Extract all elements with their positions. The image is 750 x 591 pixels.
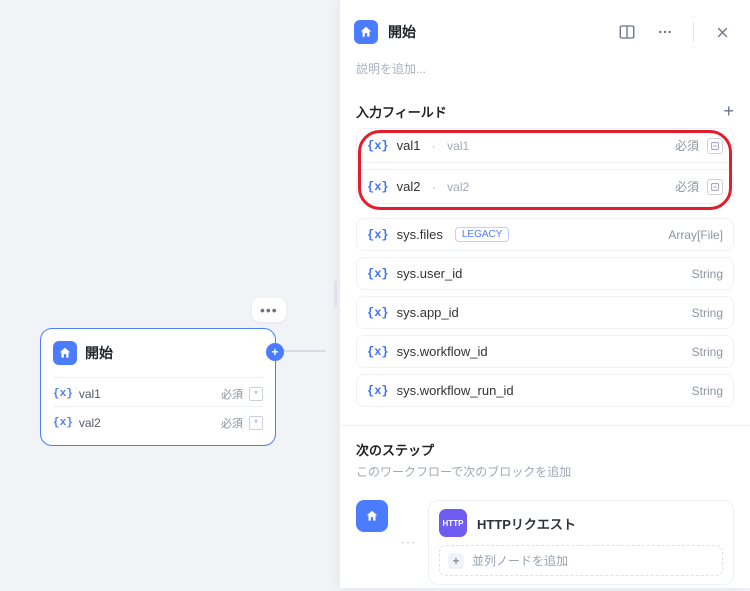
input-field-row[interactable]: {x} sys.files LEGACY Array[File]: [356, 218, 734, 251]
variable-icon: {x}: [367, 180, 389, 194]
http-request-label: HTTPリクエスト: [477, 514, 576, 533]
panel-title: 開始: [388, 22, 416, 42]
input-field-list: {x} val1 · val1 必須 {x} val2 · val2: [356, 128, 734, 413]
next-steps-heading: 次のステップ: [356, 440, 734, 459]
field-type: String: [692, 306, 723, 320]
node-var-name: val1: [79, 387, 101, 401]
docs-icon[interactable]: [613, 18, 641, 46]
home-icon: [53, 341, 77, 365]
node-var-name: val2: [79, 416, 101, 430]
required-label: 必須: [221, 415, 243, 431]
variable-icon: {x}: [53, 417, 73, 429]
field-type: Array[File]: [668, 228, 723, 242]
variable-icon: {x}: [367, 139, 389, 153]
description-input[interactable]: 説明を追加...: [340, 52, 750, 91]
home-icon: [356, 500, 388, 532]
field-sub: ·: [428, 139, 439, 153]
add-parallel-node-button[interactable]: + 並列ノードを追加: [439, 545, 723, 576]
workflow-canvas[interactable]: ••• 開始 {x} val1 必須 * {x} val2 必須: [0, 0, 340, 588]
field-sub-label: val2: [447, 180, 469, 194]
input-field-row[interactable]: {x} sys.app_id String: [356, 296, 734, 329]
step-connector-icon: ···: [400, 534, 416, 552]
next-steps-subtitle: このワークフローで次のブロックを追加: [356, 463, 734, 480]
field-type: String: [692, 345, 723, 359]
add-connection-handle[interactable]: +: [266, 343, 284, 361]
input-field-row[interactable]: {x} sys.workflow_run_id String: [356, 374, 734, 407]
field-name: sys.user_id: [397, 266, 463, 281]
input-fields-heading: 入力フィールド: [356, 102, 447, 121]
field-sub: ·: [428, 180, 439, 194]
field-name: sys.app_id: [397, 305, 459, 320]
plus-icon: +: [448, 553, 464, 569]
field-name: sys.files: [397, 227, 443, 242]
add-parallel-label: 並列ノードを追加: [472, 552, 568, 569]
home-icon: [354, 20, 378, 44]
field-name: val1: [397, 138, 421, 153]
legacy-badge: LEGACY: [455, 227, 510, 242]
field-name: sys.workflow_run_id: [397, 383, 514, 398]
panel-resize-handle[interactable]: [330, 274, 340, 314]
variable-icon: {x}: [367, 384, 389, 398]
edit-icon[interactable]: [707, 138, 723, 154]
node-variable-row: {x} val2 必須 *: [53, 406, 263, 435]
field-type: String: [692, 384, 723, 398]
close-icon[interactable]: [708, 18, 736, 46]
required-badge-icon: *: [249, 387, 263, 401]
variable-icon: {x}: [367, 345, 389, 359]
variable-icon: {x}: [367, 267, 389, 281]
field-type: String: [692, 267, 723, 281]
required-label: 必須: [675, 137, 699, 154]
required-label: 必須: [221, 386, 243, 402]
next-step-block: HTTP HTTPリクエスト + 並列ノードを追加: [428, 500, 734, 585]
field-name: sys.workflow_id: [397, 344, 488, 359]
field-name: val2: [397, 179, 421, 194]
required-label: 必須: [675, 178, 699, 195]
start-node[interactable]: 開始 {x} val1 必須 * {x} val2 必須 * +: [40, 328, 276, 446]
edit-icon[interactable]: [707, 179, 723, 195]
http-request-step[interactable]: HTTP HTTPリクエスト: [439, 509, 723, 537]
node-detail-panel: 開始 説明を追加... 入力フィールド + {x} val1 · va: [340, 0, 750, 588]
variable-icon: {x}: [367, 306, 389, 320]
input-field-row[interactable]: {x} val1 · val1 必須: [356, 128, 734, 163]
node-variable-row: {x} val1 必須 *: [53, 377, 263, 406]
input-field-row[interactable]: {x} sys.user_id String: [356, 257, 734, 290]
header-divider: [693, 22, 694, 42]
more-icon[interactable]: [651, 18, 679, 46]
field-sub-label: val1: [447, 139, 469, 153]
canvas-node-more-button[interactable]: •••: [252, 298, 286, 322]
node-title: 開始: [85, 343, 113, 363]
variable-icon: {x}: [53, 388, 73, 400]
variable-icon: {x}: [367, 228, 389, 242]
input-field-row[interactable]: {x} val2 · val2 必須: [356, 169, 734, 204]
required-badge-icon: *: [249, 416, 263, 430]
http-icon: HTTP: [439, 509, 467, 537]
add-input-field-button[interactable]: +: [723, 101, 734, 122]
input-field-row[interactable]: {x} sys.workflow_id String: [356, 335, 734, 368]
